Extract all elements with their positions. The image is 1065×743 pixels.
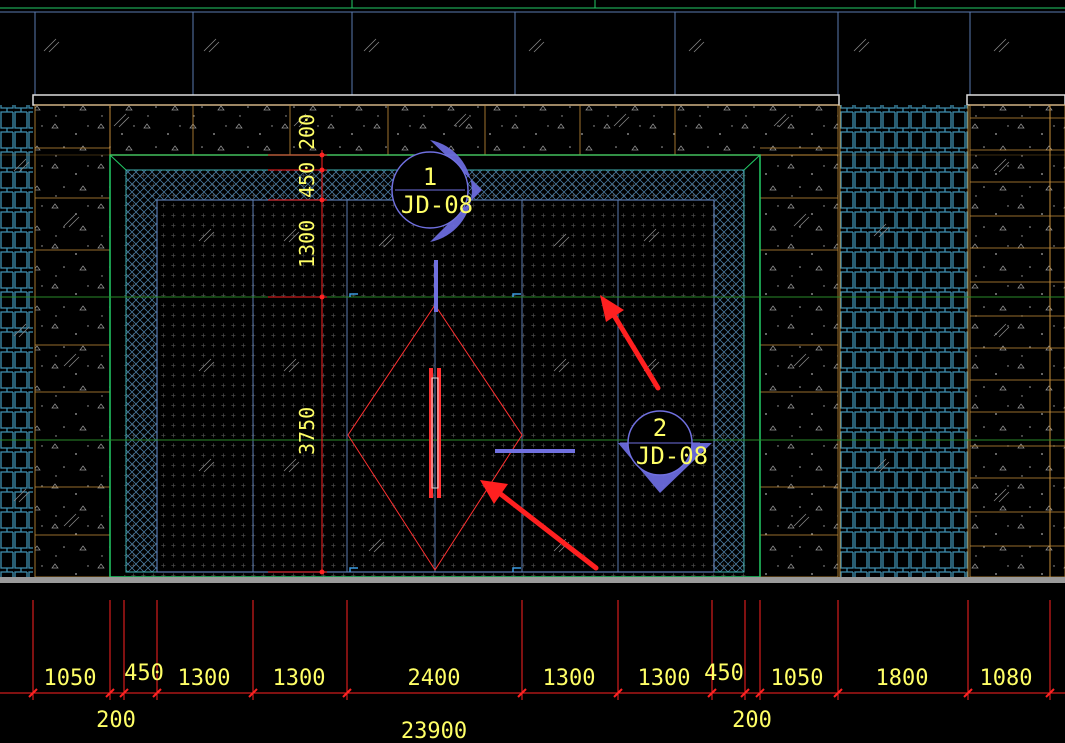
section-marker-1-code: JD-08 bbox=[401, 191, 473, 219]
dim-segment-9: 1050 bbox=[771, 666, 824, 691]
dim-segment-2: 450 bbox=[124, 661, 164, 686]
ground-line bbox=[0, 577, 1065, 583]
dim-segment-3: 1300 bbox=[178, 666, 231, 691]
dim-segment-8: 450 bbox=[704, 661, 744, 686]
dim-segment-5: 2400 bbox=[408, 666, 461, 691]
dim-segment-1: 1050 bbox=[44, 666, 97, 691]
top-beam-right bbox=[966, 94, 1065, 106]
dim-segment-4: 1300 bbox=[273, 666, 326, 691]
lattice-screen-left bbox=[0, 105, 33, 577]
lattice-screen-right bbox=[840, 105, 968, 577]
cad-elevation-drawing: + bbox=[0, 0, 1065, 743]
section-marker-2-code: JD-08 bbox=[636, 442, 708, 470]
section-cut-line-1 bbox=[434, 260, 438, 312]
dim-segment-11: 1080 bbox=[980, 666, 1033, 691]
vdim-450: 450 bbox=[295, 162, 319, 198]
top-beam bbox=[32, 94, 840, 106]
dim-small-right: 200 bbox=[732, 708, 772, 733]
dim-small-left: 200 bbox=[96, 708, 136, 733]
bottom-dimension-chain: 1050 450 1300 1300 2400 1300 1300 450 1050 1800 10… bbox=[0, 600, 1065, 700]
vdim-3750: 3750 bbox=[295, 407, 319, 455]
section-marker-2-number: 2 bbox=[653, 414, 667, 442]
dim-total: 23900 bbox=[401, 719, 467, 743]
dim-segment-10: 1800 bbox=[876, 666, 929, 691]
vdim-1300: 1300 bbox=[295, 220, 319, 268]
section-marker-1-number: 1 bbox=[423, 163, 437, 191]
vdim-200: 200 bbox=[295, 114, 319, 150]
dim-segment-6: 1300 bbox=[543, 666, 596, 691]
dim-segment-7: 1300 bbox=[638, 666, 691, 691]
section-cut-line-2 bbox=[495, 449, 575, 453]
